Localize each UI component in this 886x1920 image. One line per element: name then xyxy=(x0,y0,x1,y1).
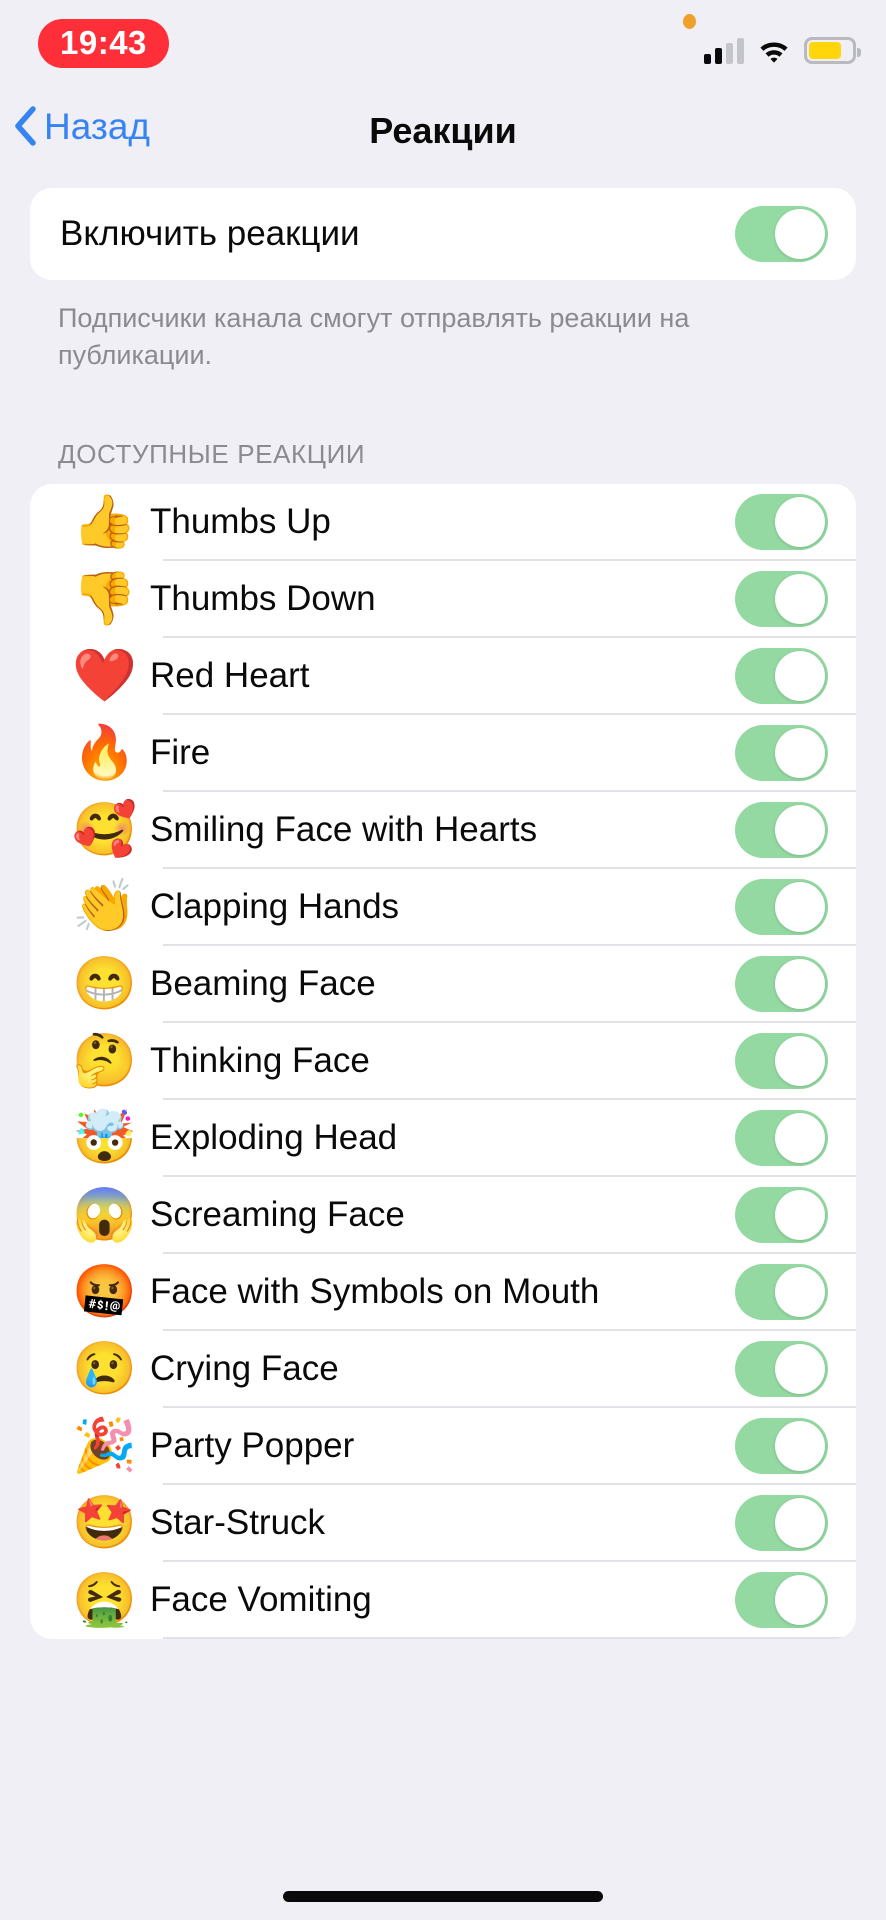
reaction-row[interactable]: 👎 Thumbs Down xyxy=(30,561,856,638)
toggle-knob xyxy=(775,1267,825,1317)
status-time-pill: 19:43 xyxy=(38,19,169,68)
reaction-label: Face Vomiting xyxy=(150,1580,372,1619)
reaction-toggle[interactable] xyxy=(735,802,828,858)
reaction-toggle[interactable] xyxy=(735,879,828,935)
navigation-bar: Назад Реакции xyxy=(0,88,886,188)
toggle-knob xyxy=(775,1344,825,1394)
cellular-signal-icon xyxy=(704,38,744,64)
available-reactions-header: ДОСТУПНЫЕ РЕАКЦИИ xyxy=(58,438,366,469)
settings-content: Включить реакции Подписчики канала смогу… xyxy=(0,188,886,1920)
status-bar-right-cluster xyxy=(704,30,861,64)
reaction-toggle[interactable] xyxy=(735,1033,828,1089)
reaction-row[interactable]: ❤️ Red Heart xyxy=(30,638,856,715)
thinking-face-emoji: 🤔 xyxy=(72,1032,137,1090)
toggle-knob xyxy=(775,959,825,1009)
wifi-icon xyxy=(760,42,788,63)
toggle-knob xyxy=(775,1421,825,1471)
smiling-face-with-hearts-emoji: 🥰 xyxy=(72,801,137,859)
star-struck-emoji: 🤩 xyxy=(72,1494,137,1552)
reaction-toggle[interactable] xyxy=(735,1572,828,1628)
toggle-knob xyxy=(775,728,825,778)
reaction-row[interactable]: 👍 Thumbs Up xyxy=(30,484,856,561)
reaction-row[interactable]: 🤮 Face Vomiting xyxy=(30,1562,856,1639)
page-title: Реакции xyxy=(369,110,517,151)
privacy-indicator-dot xyxy=(683,14,696,29)
reaction-row[interactable]: 🔥 Fire xyxy=(30,715,856,792)
enable-reactions-card: Включить реакции xyxy=(30,188,856,280)
reaction-toggle[interactable] xyxy=(735,1110,828,1166)
battery-fill xyxy=(809,42,841,59)
enable-reactions-label: Включить реакции xyxy=(60,214,360,253)
reaction-row[interactable]: 🤩 Star-Struck xyxy=(30,1485,856,1562)
face-with-symbols-on-mouth-emoji: 🤬 xyxy=(72,1263,137,1321)
enable-reactions-toggle[interactable] xyxy=(735,206,828,262)
fire-emoji: 🔥 xyxy=(72,724,137,782)
reaction-row[interactable]: 🤯 Exploding Head xyxy=(30,1100,856,1177)
reaction-toggle[interactable] xyxy=(735,494,828,550)
reaction-label: Beaming Face xyxy=(150,964,376,1003)
toggle-knob xyxy=(775,1113,825,1163)
toggle-knob xyxy=(775,497,825,547)
toggle-knob xyxy=(775,1036,825,1086)
reaction-toggle[interactable] xyxy=(735,1264,828,1320)
reaction-label: Star-Struck xyxy=(150,1503,326,1542)
reaction-label: Smiling Face with Hearts xyxy=(150,810,538,849)
reaction-label: Exploding Head xyxy=(150,1118,398,1157)
toggle-knob xyxy=(775,1498,825,1548)
clapping-hands-emoji: 👏 xyxy=(72,878,137,936)
toggle-knob xyxy=(775,209,825,259)
reaction-row[interactable]: 🤔 Thinking Face xyxy=(30,1023,856,1100)
red-heart-emoji: ❤️ xyxy=(72,647,137,705)
reaction-label: Thumbs Up xyxy=(150,502,331,541)
toggle-knob xyxy=(775,1575,825,1625)
reaction-toggle[interactable] xyxy=(735,1495,828,1551)
reaction-label: Crying Face xyxy=(150,1349,339,1388)
reaction-toggle[interactable] xyxy=(735,1341,828,1397)
reaction-toggle[interactable] xyxy=(735,648,828,704)
toggle-knob xyxy=(775,651,825,701)
screaming-face-emoji: 😱 xyxy=(72,1186,137,1244)
thumbs-down-emoji: 👎 xyxy=(72,570,137,628)
reaction-row[interactable]: 😢 Crying Face xyxy=(30,1331,856,1408)
status-bar: 19:43 xyxy=(0,0,886,88)
reaction-label: Fire xyxy=(150,733,211,772)
toggle-knob xyxy=(775,805,825,855)
reaction-label: Screaming Face xyxy=(150,1195,405,1234)
reaction-row[interactable]: 🤬 Face with Symbols on Mouth xyxy=(30,1254,856,1331)
face-vomiting-emoji: 🤮 xyxy=(72,1571,137,1629)
enable-reactions-row[interactable]: Включить реакции xyxy=(30,188,856,280)
screen: 19:43 Назад Реакции Включить реакции Под… xyxy=(0,0,886,1920)
available-reactions-list: 👍 Thumbs Up 👎 Thumbs Down ❤️ Red Heart 🔥 Fire 🥰 S… xyxy=(30,483,856,1639)
reaction-toggle[interactable] xyxy=(735,956,828,1012)
reaction-label: Thinking Face xyxy=(150,1041,370,1080)
reaction-row[interactable]: 😁 Beaming Face xyxy=(30,946,856,1023)
thumbs-up-emoji: 👍 xyxy=(72,493,137,551)
toggle-knob xyxy=(775,1190,825,1240)
reaction-row[interactable]: 🎉 Party Popper xyxy=(30,1408,856,1485)
beaming-face-emoji: 😁 xyxy=(72,955,137,1013)
crying-face-emoji: 😢 xyxy=(72,1340,137,1398)
toggle-knob xyxy=(775,882,825,932)
reaction-toggle[interactable] xyxy=(735,725,828,781)
reaction-label: Party Popper xyxy=(150,1426,355,1465)
party-popper-emoji: 🎉 xyxy=(72,1417,137,1475)
reaction-toggle[interactable] xyxy=(735,1187,828,1243)
home-indicator xyxy=(283,1891,603,1902)
reaction-label: Face with Symbols on Mouth xyxy=(150,1272,600,1311)
reaction-row[interactable]: 😱 Screaming Face xyxy=(30,1177,856,1254)
row-separator xyxy=(163,1636,856,1639)
reaction-row[interactable]: 🥰 Smiling Face with Hearts xyxy=(30,792,856,869)
reaction-label: Red Heart xyxy=(150,656,310,695)
toggle-knob xyxy=(775,574,825,624)
exploding-head-emoji: 🤯 xyxy=(72,1109,137,1167)
enable-reactions-footer: Подписчики канала смогут отправлять реак… xyxy=(58,303,690,371)
reaction-toggle[interactable] xyxy=(735,571,828,627)
reaction-row[interactable]: 👏 Clapping Hands xyxy=(30,869,856,946)
reaction-toggle[interactable] xyxy=(735,1418,828,1474)
reaction-label: Thumbs Down xyxy=(150,579,376,618)
battery-icon xyxy=(804,37,861,64)
reaction-label: Clapping Hands xyxy=(150,887,400,926)
